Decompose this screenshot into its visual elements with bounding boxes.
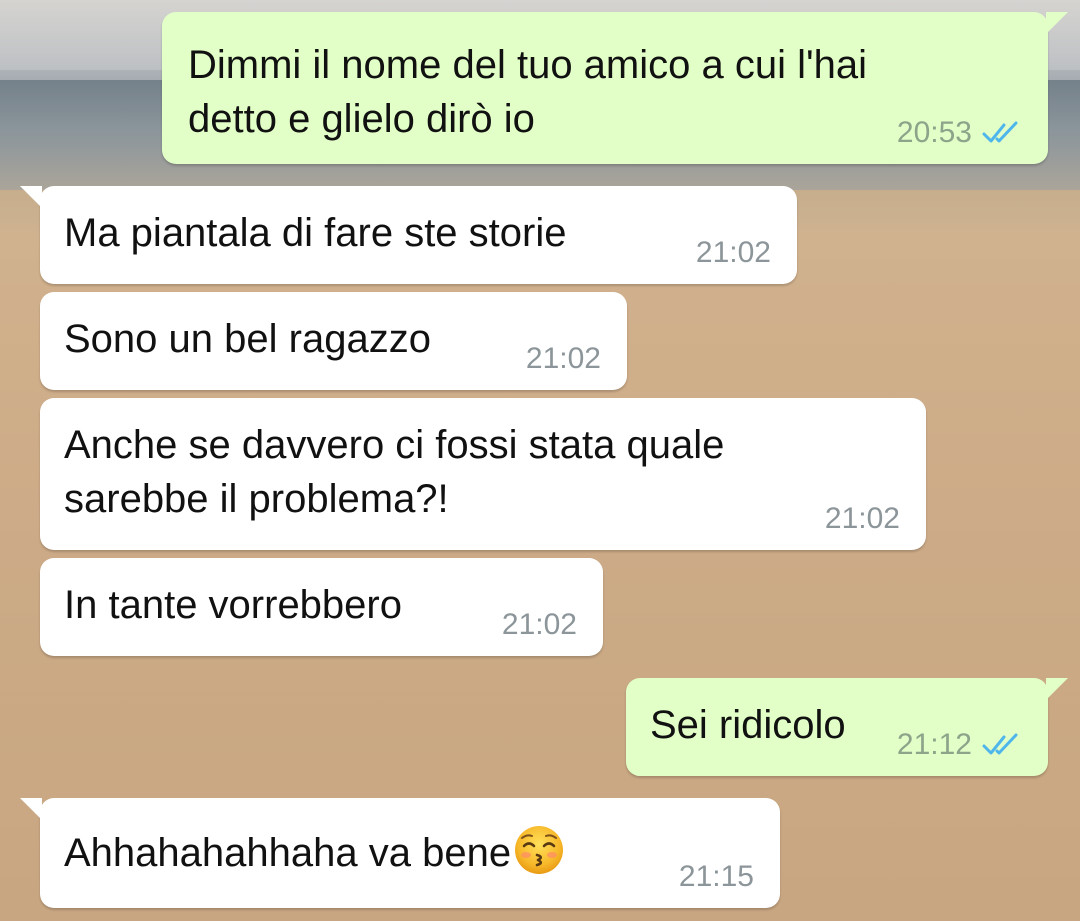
message-text: Ma piantala di fare ste storie: [64, 211, 567, 255]
message-time: 21:02: [525, 342, 601, 375]
message-meta: 20:53: [897, 118, 1022, 148]
message-text: Anche se davvero ci fossi stata quale sa…: [64, 423, 725, 521]
message-bubble-incoming[interactable]: Ma piantala di fare ste storie 21:02: [20, 186, 797, 284]
message-text: Dimmi il nome del tuo amico a cui l'hai …: [188, 43, 868, 141]
message-bubble-incoming[interactable]: Anche se davvero ci fossi stata quale sa…: [40, 398, 926, 550]
message-bubble-incoming[interactable]: In tante vorrebbero 21:02: [40, 558, 603, 656]
message-time: 21:12: [896, 728, 972, 761]
message-bubble-outgoing[interactable]: Dimmi il nome del tuo amico a cui l'hai …: [162, 12, 1068, 164]
message-text-content: Ahhahahahhaha va bene: [64, 831, 512, 875]
bubble-tail: [20, 798, 42, 820]
message-time: 21:02: [501, 608, 577, 641]
bubble-tail: [20, 186, 42, 208]
message-time: 21:15: [678, 860, 754, 893]
message-meta: 21:02: [502, 610, 577, 640]
bubble-tail: [1046, 12, 1068, 34]
message-bubble-incoming[interactable]: Ahhahahahhaha va bene 21:15: [20, 798, 780, 908]
double-check-read-icon: [982, 733, 1018, 755]
message-meta: 21:02: [526, 344, 601, 374]
chat-messages[interactable]: Dimmi il nome del tuo amico a cui l'hai …: [0, 0, 1080, 921]
message-time: 20:53: [896, 116, 972, 149]
message-bubble-incoming[interactable]: Sono un bel ragazzo 21:02: [40, 292, 627, 390]
message-time: 21:02: [824, 502, 900, 535]
double-check-read-icon: [982, 121, 1018, 143]
message-meta: 21:02: [696, 238, 771, 268]
message-meta: 21:12: [897, 730, 1022, 760]
message-text: Ahhahahahhaha va bene: [64, 824, 780, 880]
kissing-face-with-closed-eyes-icon: [515, 826, 564, 874]
message-meta: 21:15: [679, 862, 754, 892]
message-time: 21:02: [695, 236, 771, 269]
message-bubble-outgoing[interactable]: Sei ridicolo 21:12: [626, 678, 1068, 776]
message-meta: 21:02: [825, 504, 900, 534]
bubble-tail: [1046, 678, 1068, 700]
